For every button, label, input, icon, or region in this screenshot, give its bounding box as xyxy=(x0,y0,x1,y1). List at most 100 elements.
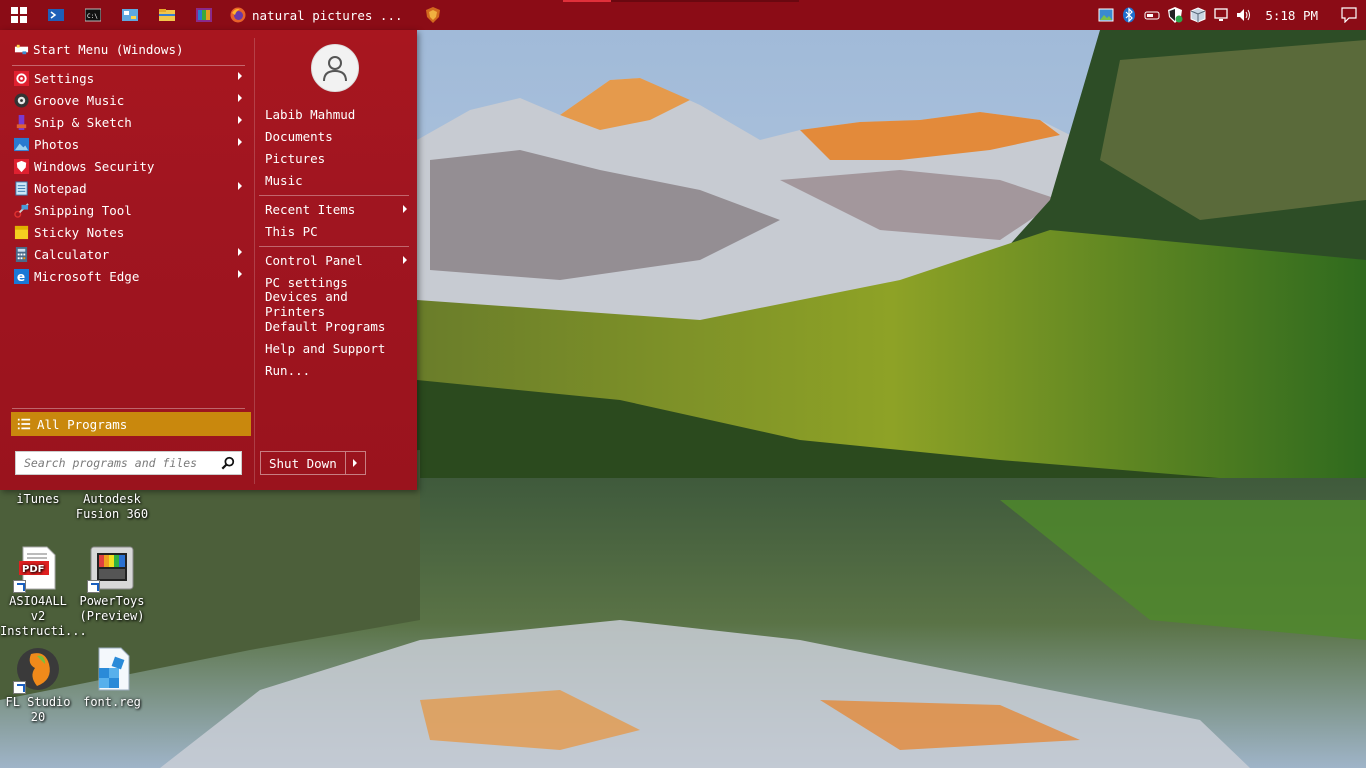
start-item-settings[interactable]: Settings xyxy=(12,67,248,89)
gear-icon xyxy=(14,70,29,86)
start-item-label: Groove Music xyxy=(34,92,125,108)
system-tray: 5:18 PM xyxy=(1094,0,1366,30)
brave-button[interactable] xyxy=(415,0,452,30)
start-menu-left-pane: Start Menu (Windows) Settings Groove Mus… xyxy=(0,30,254,490)
shutdown-options-button[interactable] xyxy=(344,452,365,474)
start-button[interactable] xyxy=(0,0,37,30)
tray-package[interactable] xyxy=(1186,0,1209,30)
start-item-microsoft-edge[interactable]: e Microsoft Edge xyxy=(12,265,248,287)
file-explorer-button[interactable] xyxy=(148,0,185,30)
start-menu-header[interactable]: Start Menu (Windows) xyxy=(14,42,184,57)
desktop-icon-label: (Preview) xyxy=(79,609,145,623)
submenu-arrow-icon xyxy=(238,72,242,80)
this-pc-link[interactable]: This PC xyxy=(265,220,411,242)
calculator-icon xyxy=(15,246,28,262)
tray-security[interactable] xyxy=(1163,0,1186,30)
start-search-box[interactable] xyxy=(15,451,242,475)
tray-network[interactable] xyxy=(1209,0,1232,30)
desktop-icon-label: 20 xyxy=(30,710,46,724)
desktop-icon-fusion-360[interactable]: Autodesk Fusion 360 xyxy=(74,492,150,522)
control-panel-link[interactable]: Control Panel xyxy=(265,249,411,271)
taskbar-progress-indicator xyxy=(563,0,611,2)
start-item-windows-security[interactable]: Windows Security xyxy=(12,155,248,177)
submenu-arrow-icon xyxy=(238,248,242,256)
powershell-button[interactable] xyxy=(37,0,74,30)
shortcut-arrow-icon xyxy=(13,681,26,694)
user-icon xyxy=(323,56,347,82)
user-name: Labib Mahmud xyxy=(265,106,356,122)
start-item-snip-sketch[interactable]: Snip & Sketch xyxy=(12,111,248,133)
start-item-calculator[interactable]: Calculator xyxy=(12,243,248,265)
avatar[interactable] xyxy=(311,44,359,92)
start-menu-right-pane: Labib Mahmud Documents Pictures Music Re… xyxy=(255,30,417,490)
pdf-icon: PDF xyxy=(13,545,61,593)
start-item-label: Microsoft Edge xyxy=(34,268,140,284)
start-item-groove-music[interactable]: Groove Music xyxy=(12,89,248,111)
action-center-button[interactable] xyxy=(1332,0,1366,30)
start-item-photos[interactable]: Photos xyxy=(12,133,248,155)
desktop-icon-asio4all[interactable]: PDF ASIO4ALL v2 Instructi... xyxy=(0,545,87,639)
all-programs-button[interactable]: All Programs xyxy=(11,412,251,436)
pictures-link[interactable]: Pictures xyxy=(265,147,411,169)
documents-link[interactable]: Documents xyxy=(265,125,411,147)
photos-icon xyxy=(14,137,29,151)
pictures-label: Pictures xyxy=(265,150,326,166)
start-item-snipping-tool[interactable]: Snipping Tool xyxy=(12,199,248,221)
control-panel-button[interactable] xyxy=(111,0,148,30)
shutdown-control: Shut Down xyxy=(260,451,366,475)
run-link[interactable]: Run... xyxy=(265,359,411,381)
all-programs-divider xyxy=(12,408,245,409)
winrar-button[interactable] xyxy=(185,0,222,30)
help-support-link[interactable]: Help and Support xyxy=(265,337,411,359)
control-panel-icon xyxy=(121,9,138,21)
firefox-icon xyxy=(230,7,246,23)
start-item-label: Settings xyxy=(34,70,95,86)
desktop-icon-label: Fusion 360 xyxy=(75,507,149,521)
powertoys-icon xyxy=(87,545,135,593)
desktop-icon-fl-studio[interactable]: FL Studio 20 xyxy=(0,646,76,725)
start-item-label: Snip & Sketch xyxy=(34,114,132,130)
devices-printers-link[interactable]: Devices and Printers xyxy=(265,289,411,319)
start-menu-header-icon xyxy=(14,44,29,55)
desktop-icon-font-reg[interactable]: font.reg xyxy=(74,646,150,710)
list-icon xyxy=(17,418,31,430)
recent-items-link[interactable]: Recent Items xyxy=(265,198,411,220)
submenu-arrow-icon xyxy=(238,138,242,146)
desktop-icon-itunes[interactable]: iTunes xyxy=(0,492,76,507)
desktop-icon-powertoys[interactable]: PowerToys (Preview) xyxy=(74,545,150,624)
shutdown-button[interactable]: Shut Down xyxy=(261,452,345,474)
submenu-arrow-icon xyxy=(238,116,242,124)
right-pane-divider xyxy=(259,195,409,196)
start-menu-header-label: Start Menu (Windows) xyxy=(33,42,184,57)
search-input[interactable] xyxy=(24,456,214,470)
tray-volume[interactable] xyxy=(1232,0,1255,30)
documents-label: Documents xyxy=(265,128,333,144)
winrar-icon xyxy=(195,8,212,22)
system-links: Control Panel PC settings Devices and Pr… xyxy=(265,249,411,381)
search-icon[interactable] xyxy=(221,456,235,470)
start-item-sticky-notes[interactable]: Sticky Notes xyxy=(12,221,248,243)
pc-settings-label: PC settings xyxy=(265,274,348,290)
user-name-link[interactable]: Labib Mahmud xyxy=(265,103,411,125)
firefox-window-title: natural pictures ... xyxy=(252,7,403,23)
scissors-icon xyxy=(14,202,29,218)
tray-bluetooth-device[interactable] xyxy=(1140,0,1163,30)
tray-photo-app[interactable] xyxy=(1094,0,1117,30)
default-programs-link[interactable]: Default Programs xyxy=(265,315,411,337)
start-item-label: Photos xyxy=(34,136,80,152)
start-item-notepad[interactable]: Notepad xyxy=(12,177,248,199)
recent-links: Recent Items This PC xyxy=(265,198,411,242)
svg-text:e: e xyxy=(17,270,25,284)
taskbar: C:\ natural pictures ... 5:18 PM xyxy=(0,0,1366,30)
cmd-button[interactable]: C:\ xyxy=(74,0,111,30)
start-item-label: Sticky Notes xyxy=(34,224,125,240)
taskbar-clock[interactable]: 5:18 PM xyxy=(1255,8,1332,23)
firefox-taskbar-window[interactable]: natural pictures ... xyxy=(222,0,411,30)
music-link[interactable]: Music xyxy=(265,169,411,191)
start-item-label: Snipping Tool xyxy=(34,202,132,218)
all-programs-label: All Programs xyxy=(37,416,128,432)
notification-icon xyxy=(1341,7,1357,23)
desktop-icon-label: PowerToys xyxy=(79,594,145,608)
tray-bluetooth[interactable] xyxy=(1117,0,1140,30)
user-links: Labib Mahmud Documents Pictures Music xyxy=(265,103,411,191)
